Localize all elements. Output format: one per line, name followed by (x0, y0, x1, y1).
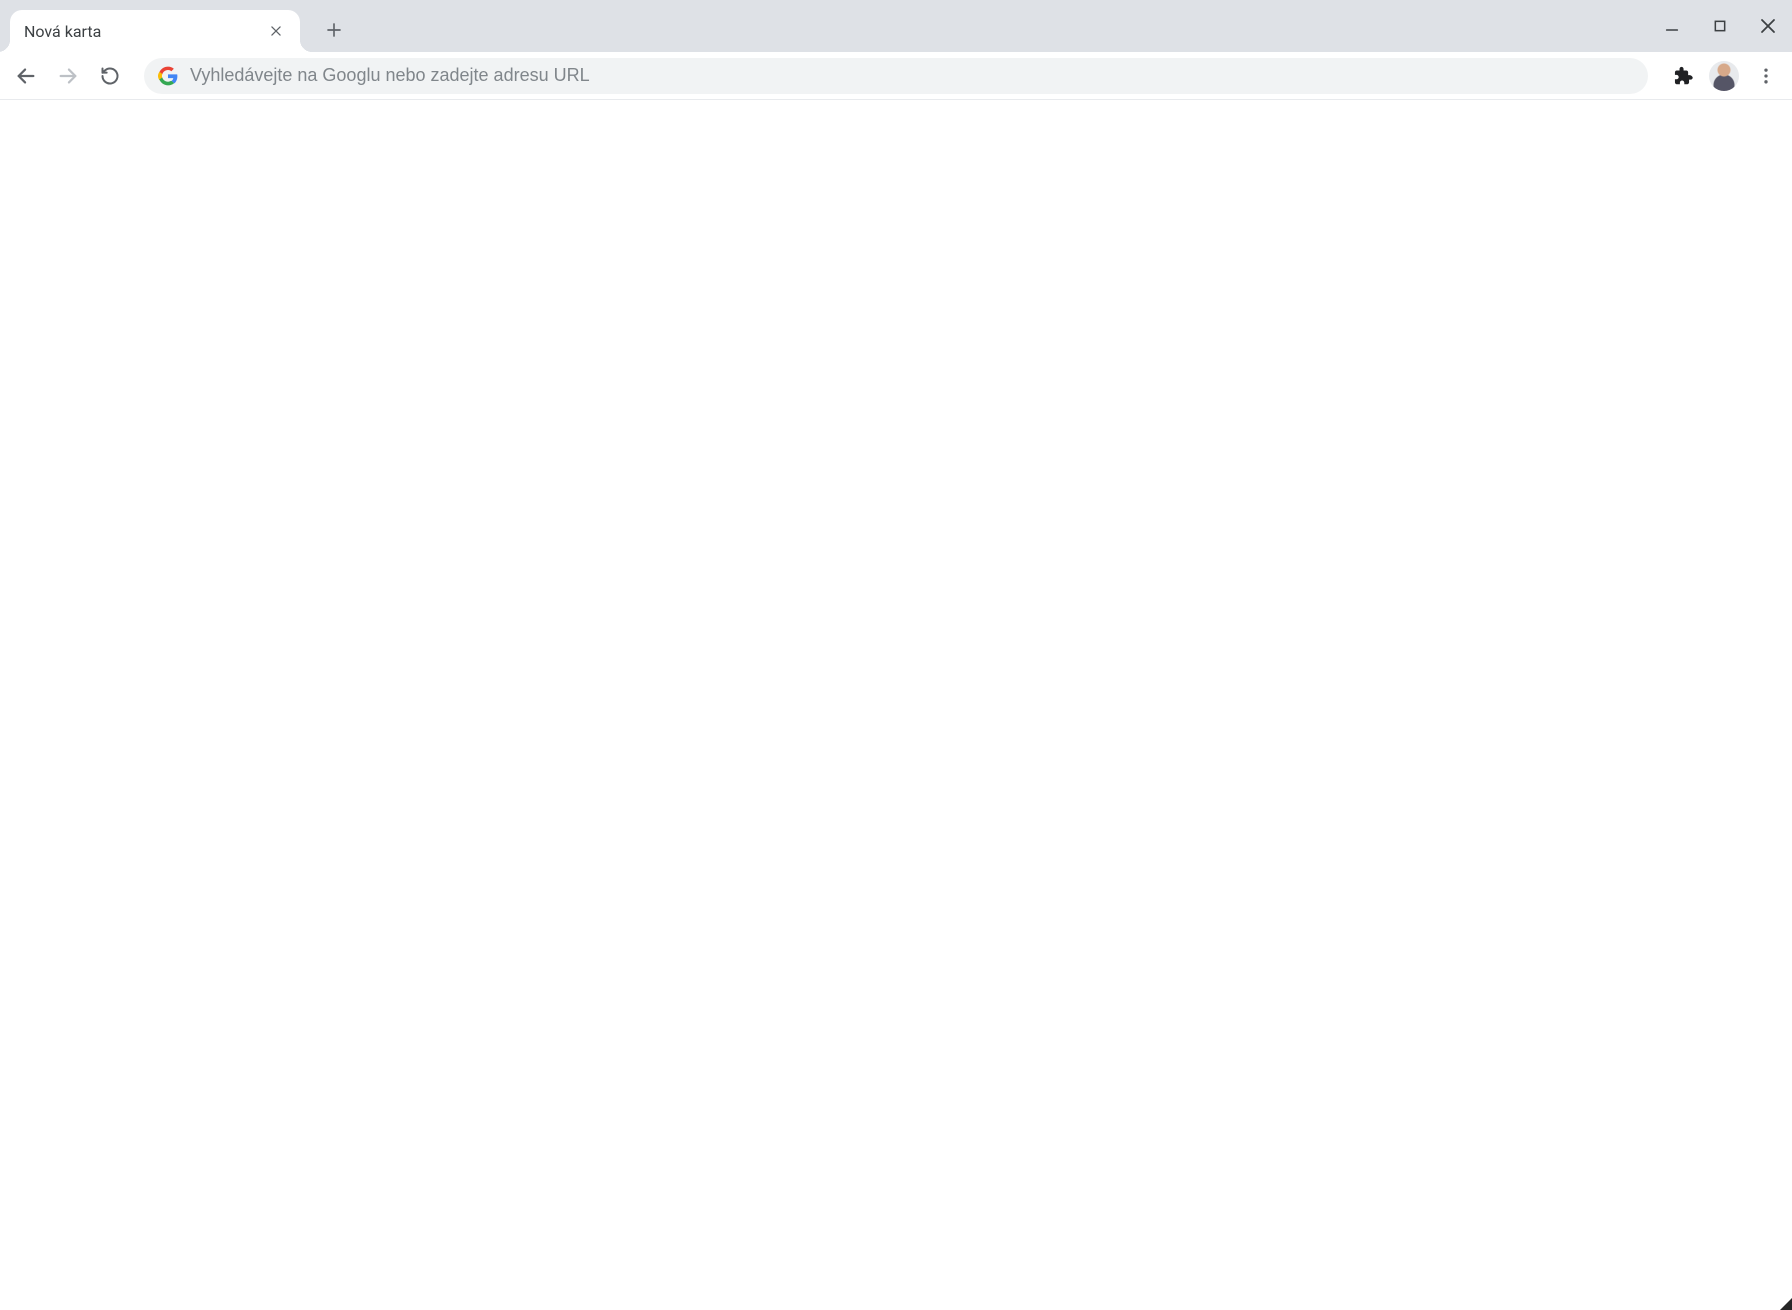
arrow-right-icon (57, 65, 79, 87)
arrow-left-icon (15, 65, 37, 87)
reload-button[interactable] (92, 58, 128, 94)
close-window-button[interactable] (1744, 0, 1792, 52)
maximize-window-button[interactable] (1696, 0, 1744, 52)
resize-handle[interactable] (1780, 1298, 1792, 1310)
google-icon (158, 66, 178, 86)
tab-strip: Nová karta (0, 0, 1792, 52)
new-tab-button[interactable] (316, 12, 352, 48)
page-content (0, 100, 1792, 1310)
omnibox-container (134, 58, 1658, 94)
close-icon (1759, 17, 1777, 35)
maximize-icon (1713, 19, 1727, 33)
more-vertical-icon (1756, 66, 1776, 86)
profile-button[interactable] (1706, 58, 1742, 94)
forward-button[interactable] (50, 58, 86, 94)
omnibox[interactable] (144, 58, 1648, 94)
extensions-button[interactable] (1664, 58, 1700, 94)
reload-icon (100, 66, 120, 86)
plus-icon (325, 21, 343, 39)
tab-title: Nová karta (24, 22, 266, 41)
address-input[interactable] (190, 65, 1634, 86)
window-controls (1648, 0, 1792, 52)
extension-icon (1671, 65, 1693, 87)
close-icon (269, 24, 283, 38)
browser-tab[interactable]: Nová karta (10, 10, 300, 52)
menu-button[interactable] (1748, 58, 1784, 94)
toolbar (0, 52, 1792, 100)
minimize-window-button[interactable] (1648, 0, 1696, 52)
minimize-icon (1664, 18, 1680, 34)
back-button[interactable] (8, 58, 44, 94)
close-tab-button[interactable] (266, 21, 286, 41)
avatar-icon (1709, 61, 1739, 91)
